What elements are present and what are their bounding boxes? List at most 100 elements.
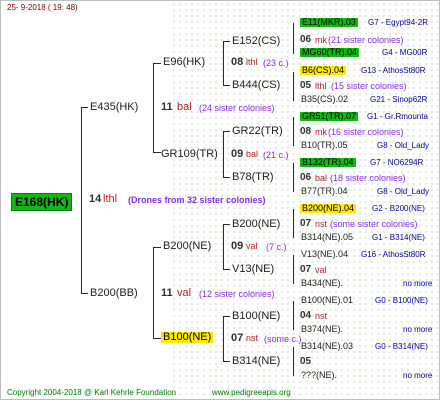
bracket-tick [153, 338, 161, 339]
bracket-vline [293, 72, 294, 101]
gen4-queen[interactable]: V13(NE) [232, 264, 274, 275]
gen4-generation: 04 [300, 310, 312, 321]
bracket-tick [223, 316, 230, 317]
gen5-queen[interactable]: B314(NE).05 [301, 233, 353, 242]
gen4-generation: 06 [300, 172, 312, 183]
gen4-marker: nst [315, 219, 328, 229]
bracket-tick [153, 247, 161, 248]
gen4-queen[interactable]: B78(TR) [232, 172, 274, 183]
gen5-nav-link[interactable]: G13 - AthosSt80R [361, 67, 425, 75]
gen5-nav-link[interactable]: G1 - B314(NE) [372, 234, 425, 242]
gen5-nav-link[interactable]: G16 - AthosSt80R [361, 251, 425, 259]
bracket-vline [293, 301, 294, 330]
gen5-queen[interactable]: B434(NE). [301, 279, 343, 288]
gen5-queen[interactable]: B374(NE). [301, 325, 343, 334]
gen3-marker: lthl [246, 57, 258, 67]
bracket-tick [223, 224, 230, 225]
bracket-tick [153, 63, 161, 64]
bracket-tick [153, 152, 161, 153]
gen5-queen[interactable]: E11(MKR).03 [300, 18, 358, 27]
bracket-vline [293, 163, 294, 192]
gen2-description: (12 sister colonies) [199, 289, 275, 299]
gen5-queen[interactable]: B100(NE).01 [301, 296, 353, 305]
gen5-queen[interactable]: B132(TR).04 [300, 158, 356, 167]
gen5-nav-link[interactable]: G21 - Sinop62R [370, 96, 427, 104]
gen5-nav-link[interactable]: G0 - B100(NE) [375, 297, 428, 305]
gen5-queen[interactable]: B77(TR).04 [301, 187, 348, 196]
gen4-marker: lthl [315, 81, 327, 91]
gen3-marker: val [246, 241, 258, 251]
gen4-queen[interactable]: E152(CS) [232, 36, 280, 47]
gen3-queen[interactable]: E96(HK) [163, 57, 205, 68]
bracket-tick [223, 361, 230, 362]
gen5-queen[interactable]: B35(CS).02 [301, 95, 348, 104]
gen5-queen[interactable]: B6(CS).04 [300, 66, 347, 75]
gen3-generation: 09 [231, 240, 244, 252]
gen3-generation: 08 [231, 56, 244, 68]
bracket-vline [293, 23, 294, 54]
bracket-tick [81, 293, 88, 294]
gen5-queen[interactable]: B200(NE).04 [300, 204, 357, 213]
bracket-vline [223, 316, 224, 362]
bracket-tick [223, 85, 230, 86]
gen4-queen[interactable]: B314(NE) [232, 356, 280, 367]
gen3-marker: bal [246, 149, 259, 159]
gen3-marker: nst [246, 333, 259, 343]
gen3-description: (some c.) [264, 334, 302, 344]
e435-bracket [153, 63, 154, 153]
gen3-queen[interactable]: B100(NE) [161, 332, 214, 343]
bracket-vline [293, 347, 294, 376]
b200bb-bracket [153, 247, 154, 339]
gen5-queen[interactable]: B10(TR).05 [301, 141, 348, 150]
gen4-description: (15 sister colonies) [331, 81, 407, 91]
gen3-queen[interactable]: GR109(TR) [161, 149, 218, 160]
gen3-generation: 09 [231, 148, 244, 160]
header-timestamp: 25- 9-2018 ( 19: 48) [7, 3, 78, 12]
gen4-description: (some sister colonies) [330, 219, 418, 229]
gen3-queen[interactable]: B200(NE) [163, 241, 211, 252]
footer-site-link[interactable]: www.pedigreeapis.org [212, 389, 291, 397]
gen4-queen[interactable]: B100(NE) [232, 311, 280, 322]
gen4-queen[interactable]: GR22(TR) [232, 126, 283, 137]
gen5-nav-link[interactable]: G2 - B200(NE) [372, 205, 425, 213]
gen4-description: (18 sister colonies) [330, 173, 406, 183]
gen4-queen[interactable]: B200(NE) [232, 219, 280, 230]
bracket-vline [293, 117, 294, 146]
gen5-queen[interactable]: GR51(TR).07 [300, 112, 359, 121]
gen2-generation: 11 [161, 101, 173, 113]
gen4-marker: bal [315, 173, 328, 183]
gen5-nav-link[interactable]: G8 - Old_Lady [377, 188, 429, 196]
gen5-queen[interactable]: B314(NE).03 [301, 342, 353, 351]
gen5-nav-link[interactable]: G7 - Egypt94-2R [368, 19, 428, 27]
gen4-generation: 05 [300, 80, 312, 91]
gen4-description: (21 sister colonies) [328, 35, 404, 45]
gen5-queen[interactable]: MG60(TR).04 [300, 48, 360, 57]
bracket-tick [223, 177, 230, 178]
gen2-queen[interactable]: E435(HK) [90, 102, 138, 113]
gen2-queen[interactable]: B200(BB) [90, 288, 138, 299]
gen5-nav-link[interactable]: no more [403, 280, 432, 288]
gen3-description: (23 c.) [263, 58, 289, 68]
gen5-nav-link[interactable]: G7 - NO6294R [370, 159, 423, 167]
gen4-marker: nst [315, 311, 328, 321]
gen4-marker: mk [315, 35, 327, 45]
gen3-description: (21 c.) [263, 150, 289, 160]
footer-copyright: Copyright 2004-2018 @ Karl Kehrle Founda… [7, 388, 177, 397]
gen5-nav-link[interactable]: no more [403, 372, 432, 380]
gen5-queen[interactable]: V13(NE).04 [301, 250, 348, 259]
bracket-vline [293, 255, 294, 284]
gen4-marker: val [315, 265, 327, 275]
gen5-nav-link[interactable]: G8 - Old_Lady [377, 142, 429, 150]
gen2-marker: bal [177, 101, 192, 113]
gen4-queen[interactable]: B444(CS) [232, 80, 280, 91]
gen5-nav-link[interactable]: G0 - B314(NE) [375, 343, 428, 351]
gen5-queen[interactable]: ???(NE). [301, 371, 337, 380]
gen4-marker: mk [315, 127, 327, 137]
bracket-tick [223, 41, 230, 42]
bracket-vline [293, 209, 294, 238]
gen3-description: (7 c.) [266, 242, 287, 252]
gen5-nav-link[interactable]: G4 - MG00R [382, 49, 427, 57]
gen5-nav-link[interactable]: G1 - Gr.Rmounta [367, 113, 428, 121]
gen5-nav-link[interactable]: no more [403, 326, 432, 334]
root-queen[interactable]: E168(HK) [11, 193, 73, 211]
